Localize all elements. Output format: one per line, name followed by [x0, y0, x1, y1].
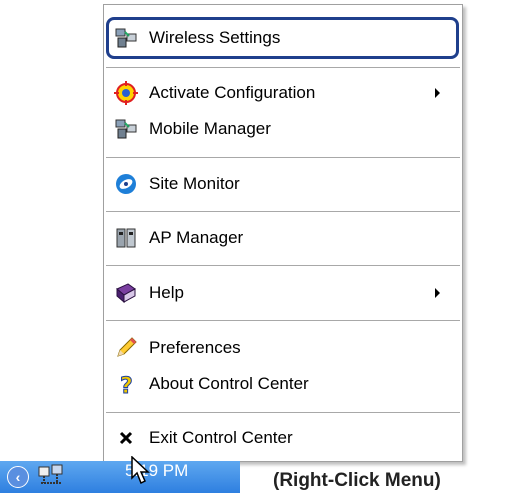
menu-item-label: Mobile Manager: [149, 119, 271, 138]
menu-item-label: Help: [149, 283, 184, 302]
question-mark-icon: ?: [113, 371, 139, 397]
menu-item-site-monitor[interactable]: Site Monitor: [104, 166, 462, 202]
menu-item-label: Exit Control Center: [149, 428, 293, 447]
menu-item-label: AP Manager: [149, 228, 244, 247]
menu-item-ap-manager[interactable]: AP Manager: [104, 220, 462, 256]
menu-separator: [106, 67, 460, 69]
menu-item-label: Preferences: [149, 338, 241, 357]
menu-separator: [106, 211, 460, 213]
close-x-icon: [113, 425, 139, 451]
menu-separator: [106, 320, 460, 322]
menu-separator: [106, 412, 460, 414]
network-computer-icon: [113, 116, 139, 142]
menu-item-label: Activate Configuration: [149, 83, 316, 102]
menu-item-help[interactable]: Help: [104, 275, 462, 311]
menu-separator: [106, 265, 460, 267]
chevron-left-icon[interactable]: ‹: [7, 466, 29, 488]
help-book-icon: [113, 280, 139, 306]
menu-item-label: Wireless Settings: [149, 28, 281, 47]
submenu-arrow-icon: [435, 288, 440, 298]
figure-caption: (Right-Click Menu): [273, 470, 441, 491]
target-icon: [113, 80, 139, 106]
context-menu: Wireless Settings Activate Configuration…: [103, 4, 463, 462]
menu-item-activate-configuration[interactable]: Activate Configuration: [104, 75, 462, 111]
menu-item-wireless-settings[interactable]: Wireless Settings: [104, 20, 462, 56]
network-tray-icon[interactable]: [37, 463, 67, 491]
menu-item-label: Site Monitor: [149, 174, 240, 193]
menu-item-mobile-manager[interactable]: Mobile Manager: [104, 111, 462, 147]
menu-item-about-control-center[interactable]: ? About Control Center: [104, 366, 462, 402]
menu-separator: [106, 157, 460, 159]
menu-item-label: About Control Center: [149, 374, 309, 393]
access-point-icon: [113, 225, 139, 251]
satellite-dish-icon: [113, 171, 139, 197]
pencil-icon: [113, 335, 139, 361]
mouse-cursor-icon: [131, 455, 151, 491]
taskbar-tray: ‹ 5:19 PM: [0, 461, 240, 493]
submenu-arrow-icon: [435, 88, 440, 98]
svg-text:?: ?: [120, 374, 133, 396]
network-computer-icon: [113, 25, 139, 51]
menu-item-preferences[interactable]: Preferences: [104, 330, 462, 366]
menu-item-exit-control-center[interactable]: Exit Control Center: [104, 420, 462, 456]
